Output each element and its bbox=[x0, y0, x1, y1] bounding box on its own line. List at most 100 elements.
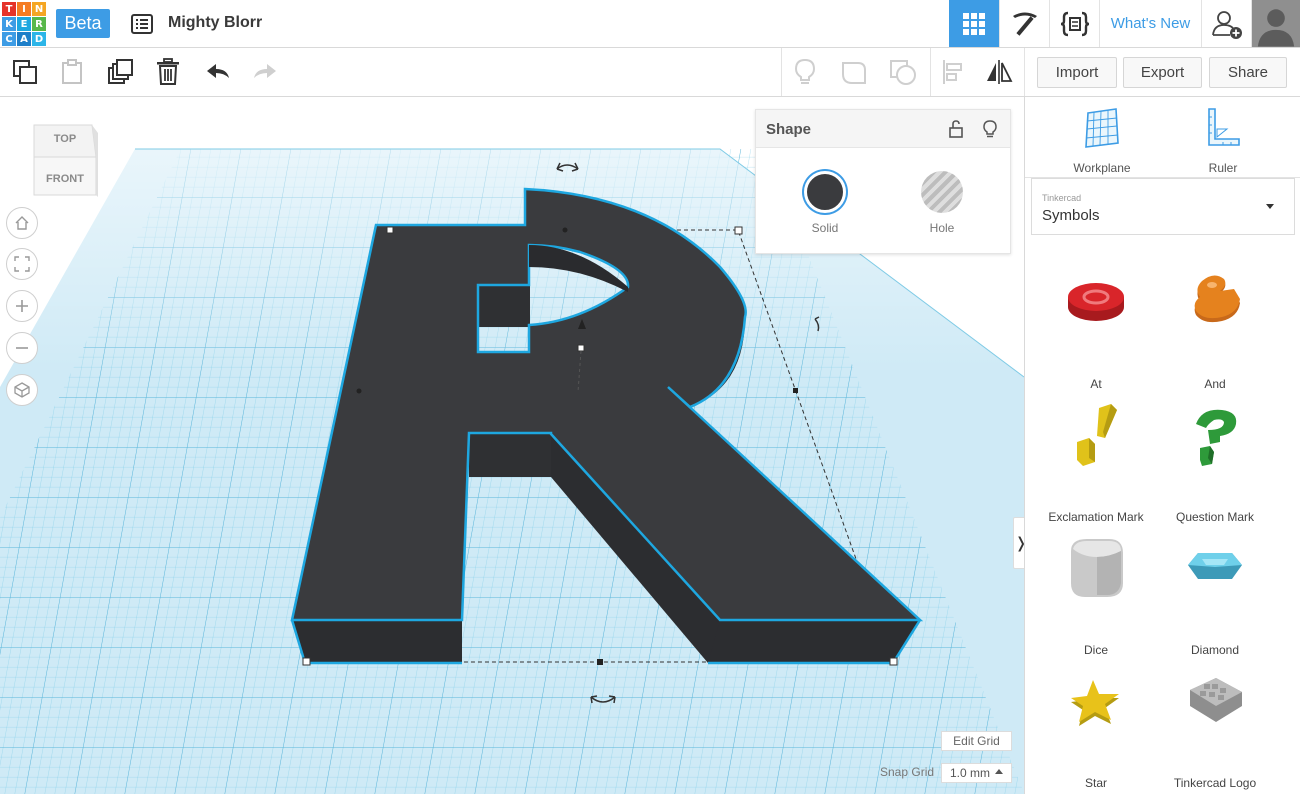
shape-label: Question Mark bbox=[1175, 510, 1255, 524]
logo-letter: T bbox=[2, 2, 16, 16]
design-list-button[interactable] bbox=[128, 10, 156, 38]
orthographic-toggle-button[interactable] bbox=[6, 374, 38, 406]
view-cube-top-label[interactable]: TOP bbox=[34, 133, 96, 145]
copy-icon bbox=[13, 60, 37, 84]
undo-button[interactable] bbox=[202, 56, 234, 88]
share-button[interactable]: Share bbox=[1209, 57, 1287, 88]
logo-letter: D bbox=[32, 32, 46, 46]
lightbulb-icon bbox=[794, 58, 816, 84]
top-bar: TINKERCAD Beta Mighty Blorr What's New bbox=[0, 0, 1300, 48]
caret-up-icon bbox=[995, 769, 1003, 774]
shape-label: At bbox=[1090, 377, 1102, 391]
pickaxe-icon bbox=[1012, 12, 1037, 36]
fit-icon bbox=[14, 256, 30, 272]
toolbar-divider bbox=[781, 48, 782, 96]
group-button[interactable] bbox=[838, 56, 870, 88]
3d-design-view-button[interactable] bbox=[949, 0, 999, 47]
duplicate-icon bbox=[108, 59, 133, 84]
paste-icon bbox=[62, 59, 82, 84]
question-icon bbox=[1196, 409, 1237, 466]
exclamation-icon bbox=[1077, 404, 1117, 466]
3d-viewport[interactable]: TOP FRONT Shape Solid Hole Edit Grid Sna… bbox=[0, 97, 1024, 794]
dice-icon bbox=[1071, 539, 1123, 597]
view-cube-front-label[interactable]: FRONT bbox=[34, 173, 96, 185]
shapes-panel: Workplane Ruler Tinkercad Symbols At And… bbox=[1024, 97, 1300, 794]
library-brand: Tinkercad bbox=[1042, 193, 1082, 203]
shape-item-dice[interactable]: Dice bbox=[1037, 525, 1155, 658]
user-avatar[interactable] bbox=[1251, 0, 1300, 47]
logo-letter: K bbox=[2, 17, 16, 31]
library-value: Symbols bbox=[1042, 207, 1100, 224]
copy-button[interactable] bbox=[9, 56, 41, 88]
ungroup-icon bbox=[890, 60, 916, 85]
collapse-panel-button[interactable]: ❭ bbox=[1013, 517, 1024, 569]
cube-icon bbox=[14, 382, 30, 398]
solid-label: Solid bbox=[811, 221, 839, 235]
hole-label: Hole bbox=[929, 221, 955, 235]
view-cube[interactable]: TOP FRONT bbox=[30, 121, 100, 199]
home-view-button[interactable] bbox=[6, 207, 38, 239]
caret-down-icon bbox=[1266, 204, 1274, 209]
mirror-button[interactable] bbox=[983, 56, 1015, 88]
workplane-tool[interactable]: Workplane bbox=[1052, 107, 1152, 175]
inspector-header: Shape bbox=[756, 110, 1010, 148]
ungroup-button[interactable] bbox=[887, 56, 919, 88]
zoom-in-button[interactable] bbox=[6, 290, 38, 322]
undo-icon bbox=[207, 64, 229, 78]
shape-item-and[interactable]: And bbox=[1156, 259, 1274, 392]
logo-letter: A bbox=[17, 32, 31, 46]
shape-library-select[interactable]: Tinkercad Symbols bbox=[1031, 178, 1295, 235]
shape-item-at[interactable]: At bbox=[1037, 259, 1155, 392]
logo-letter: R bbox=[32, 17, 46, 31]
duplicate-button[interactable] bbox=[105, 56, 137, 88]
home-icon bbox=[15, 216, 29, 230]
show-hidden-button[interactable] bbox=[789, 56, 821, 88]
shape-label: Dice bbox=[1083, 643, 1108, 657]
ruler-tool[interactable]: Ruler bbox=[1173, 107, 1273, 175]
shape-label: Star bbox=[1084, 776, 1107, 790]
hole-swatch[interactable] bbox=[921, 171, 963, 213]
codeblocks-button[interactable] bbox=[1049, 0, 1099, 47]
delete-button[interactable] bbox=[152, 56, 184, 88]
paste-button[interactable] bbox=[56, 56, 88, 88]
shape-label: And bbox=[1204, 377, 1226, 391]
edit-grid-button[interactable]: Edit Grid bbox=[941, 731, 1012, 751]
user-plus-icon bbox=[1211, 10, 1242, 39]
tinkercad-logo[interactable]: TIN KER CAD bbox=[2, 2, 46, 46]
snap-grid-value: 1.0 mm bbox=[950, 766, 991, 780]
whats-new-link[interactable]: What's New bbox=[1099, 0, 1201, 47]
avatar-icon bbox=[1252, 0, 1300, 47]
trash-icon bbox=[157, 58, 179, 85]
toolbar-divider bbox=[1024, 48, 1025, 96]
beta-badge: Beta bbox=[56, 9, 110, 38]
redo-button[interactable] bbox=[249, 56, 281, 88]
snap-grid-select[interactable]: 1.0 mm bbox=[941, 763, 1012, 783]
shape-item-tinkercad-logo[interactable]: Tinkercad Logo bbox=[1156, 658, 1274, 791]
export-button[interactable]: Export bbox=[1123, 57, 1202, 88]
workplane-label: Workplane bbox=[1073, 161, 1131, 175]
import-button[interactable]: Import bbox=[1037, 57, 1117, 88]
lightbulb-icon[interactable] bbox=[980, 119, 1000, 139]
shape-item-exclamation-mark[interactable]: Exclamation Mark bbox=[1037, 392, 1155, 525]
diamond-icon bbox=[1188, 553, 1242, 579]
tinkercad-logo-icon bbox=[1190, 678, 1242, 722]
list-icon bbox=[131, 14, 153, 34]
solid-color-swatch[interactable] bbox=[804, 171, 846, 213]
minus-icon bbox=[16, 347, 28, 349]
shape-item-diamond[interactable]: Diamond bbox=[1156, 525, 1274, 658]
minecraft-build-button[interactable] bbox=[999, 0, 1049, 47]
group-icon bbox=[842, 62, 866, 84]
lock-icon[interactable] bbox=[946, 119, 966, 139]
plus-icon bbox=[16, 300, 28, 312]
align-button[interactable] bbox=[937, 56, 969, 88]
shape-label: Diamond bbox=[1190, 643, 1240, 657]
inspector-title: Shape bbox=[766, 121, 812, 138]
design-title[interactable]: Mighty Blorr bbox=[168, 14, 262, 32]
edit-toolbar: Import Export Share bbox=[0, 48, 1300, 97]
shape-item-question-mark[interactable]: Question Mark bbox=[1156, 392, 1274, 525]
zoom-out-button[interactable] bbox=[6, 332, 38, 364]
shape-item-star[interactable]: Star bbox=[1037, 658, 1155, 791]
invite-user-button[interactable] bbox=[1201, 0, 1251, 47]
fit-view-button[interactable] bbox=[6, 248, 38, 280]
logo-letter: C bbox=[2, 32, 16, 46]
